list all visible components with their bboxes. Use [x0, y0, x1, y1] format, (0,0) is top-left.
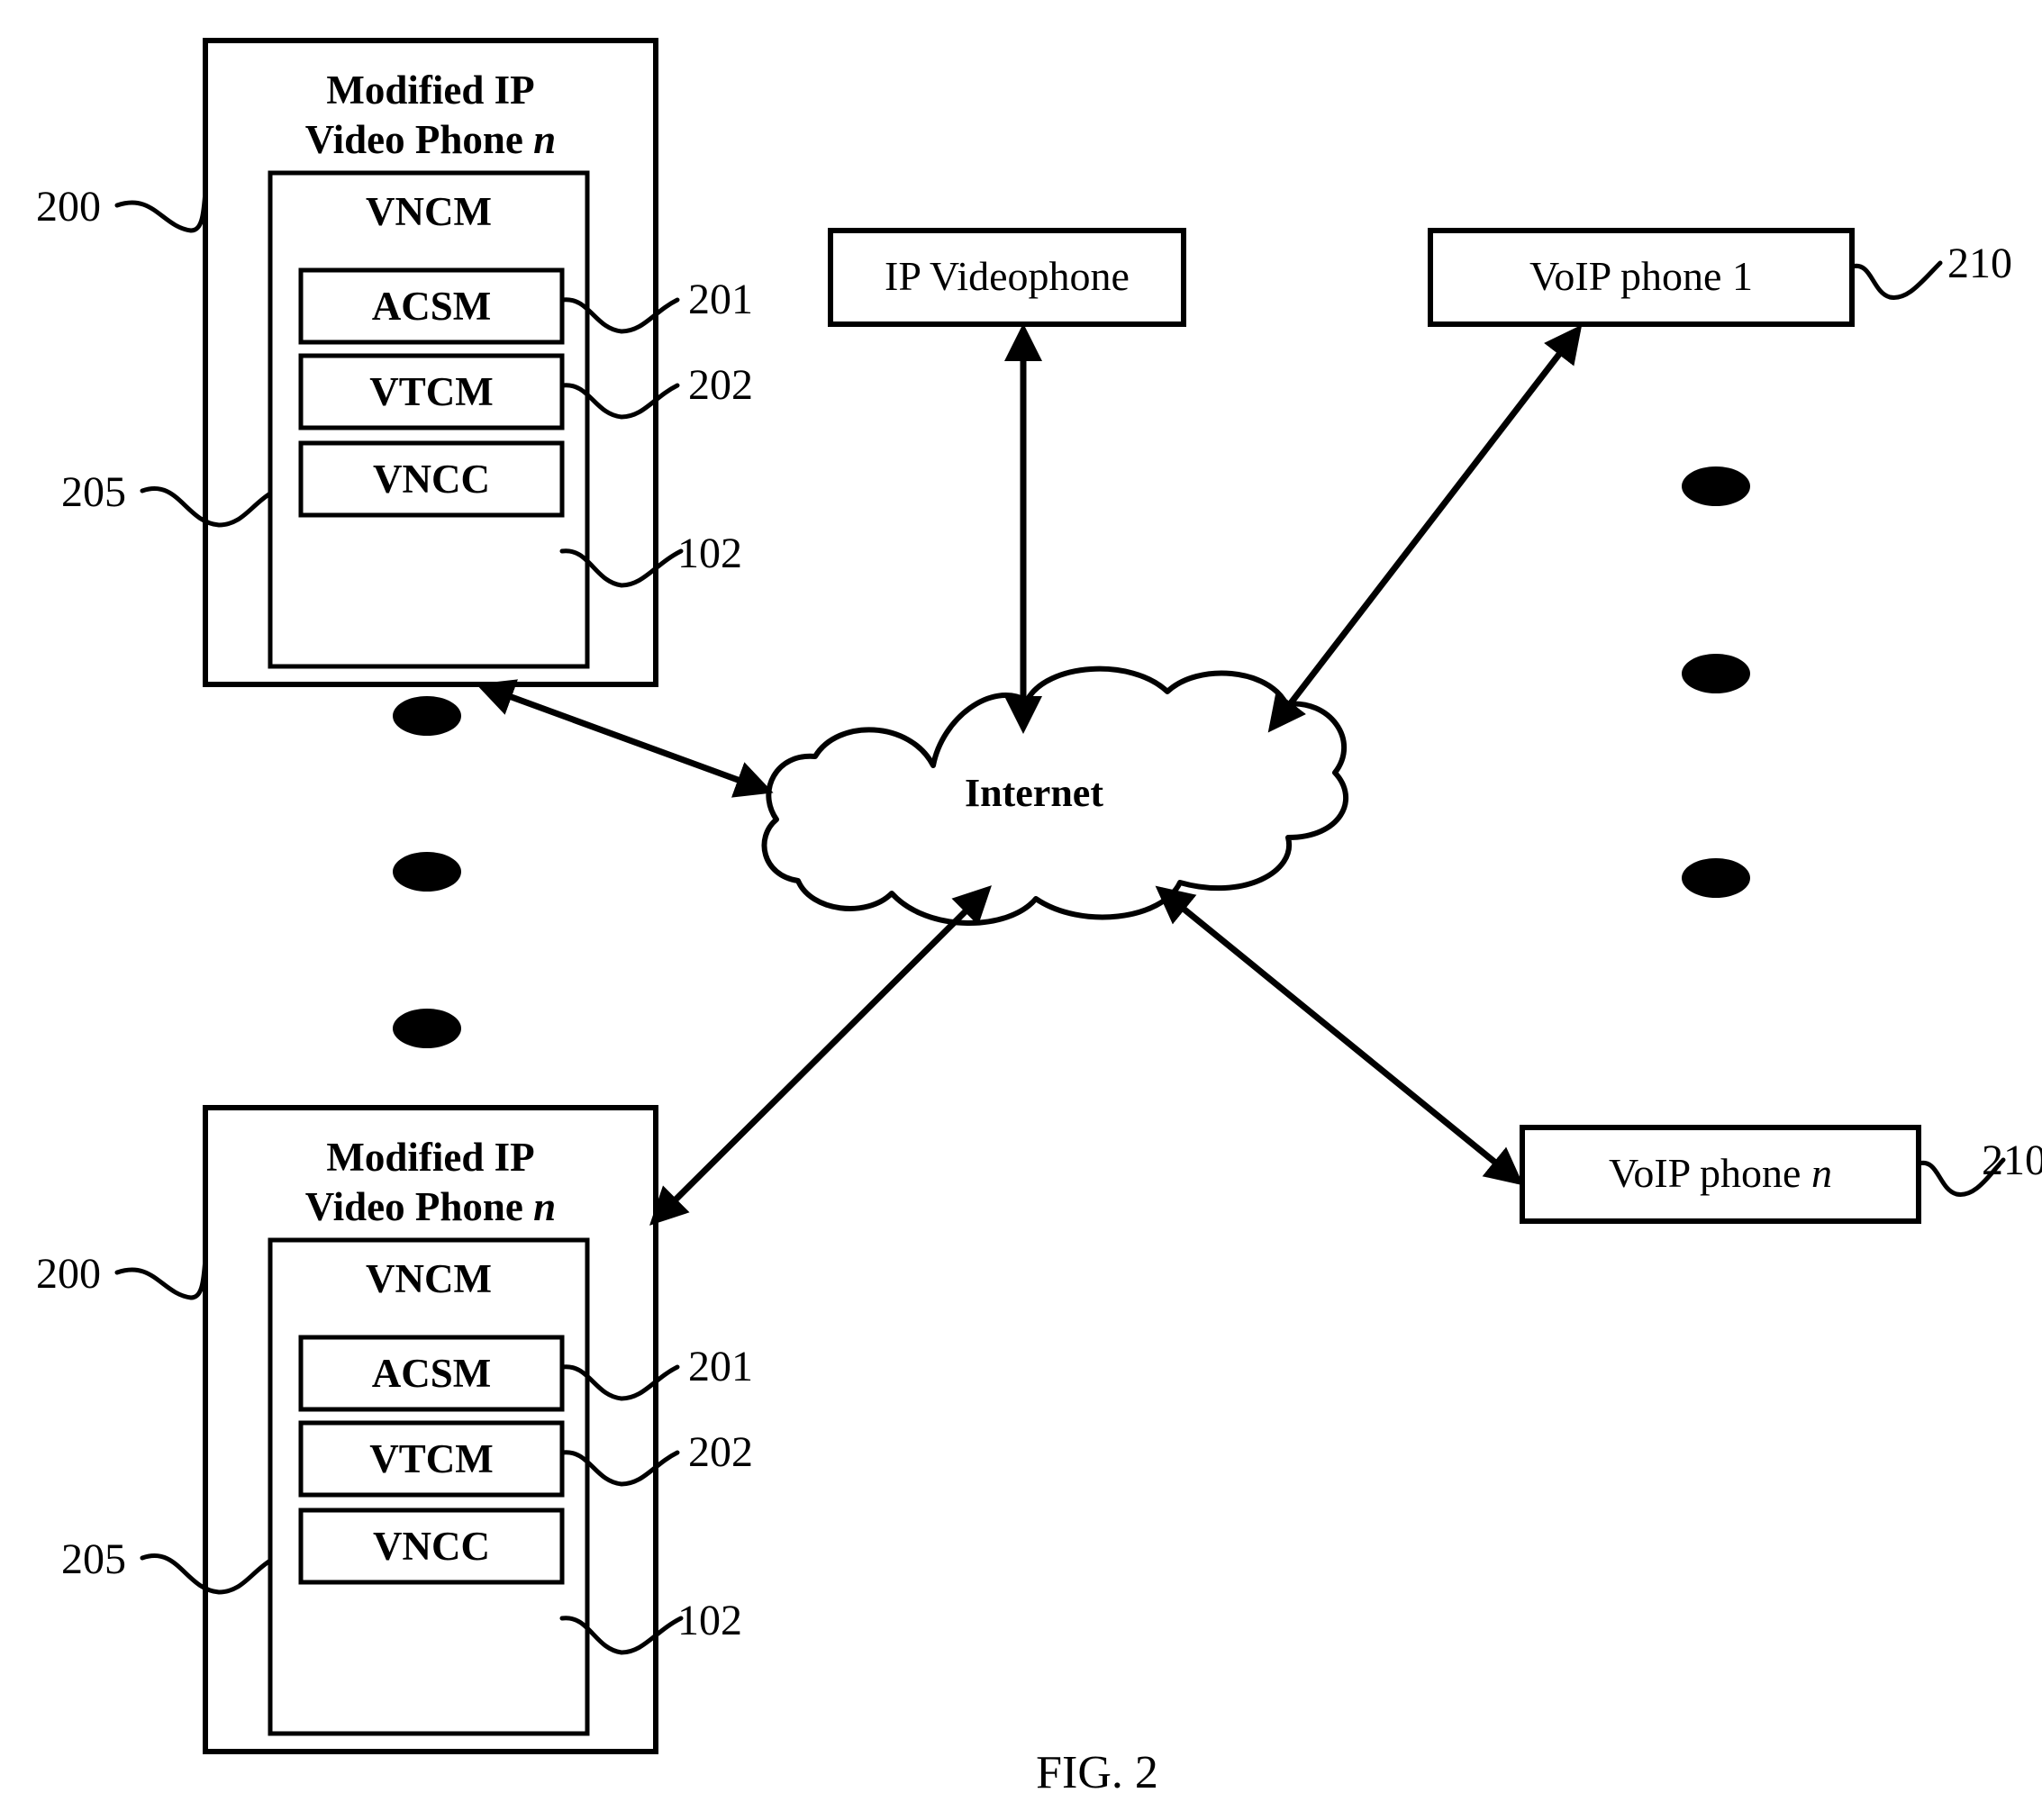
figure-caption: FIG. 2: [1036, 1747, 1158, 1798]
phone-top-title-italic-n: n: [533, 117, 556, 162]
phone-top-ref-205: 205: [61, 468, 126, 516]
voip-phone-1-ref-210: 210: [1947, 240, 2012, 287]
phone-bottom-module-vtcm-label: VTCM: [369, 1436, 493, 1481]
left-ellipsis-dots: [393, 696, 461, 1048]
phone-top-title-line1: Modified IP: [326, 68, 534, 113]
phone-bottom-ref-200-leader: [114, 1255, 208, 1300]
phone-top-module-acsm-label: ACSM: [372, 284, 492, 329]
ip-videophone-label: IP Videophone: [885, 253, 1130, 299]
connection-phone-top-to-internet: [476, 679, 774, 798]
phone-top-ref-200: 200: [36, 183, 101, 231]
phone-bottom-ref-205: 205: [61, 1535, 126, 1583]
phone-bottom-ref-200: 200: [36, 1250, 101, 1298]
phone-top-title-line2-text: Video Phone: [305, 117, 523, 162]
connection-internet-to-voip-phone-1: [1267, 324, 1583, 733]
voip-phone-n-node[interactable]: VoIP phone n 210: [1520, 1125, 2042, 1224]
voip-phone-1-label-prefix: VoIP phone: [1529, 253, 1721, 299]
phone-top-title-line2: Video Phone n: [305, 117, 556, 162]
phone-top-ref-201: 201: [688, 276, 753, 323]
phone-top-ref-200-leader: [114, 188, 208, 233]
right-ellipsis-dots: [1682, 466, 1750, 898]
right-ellipsis-dot-2: [1682, 654, 1750, 693]
phone-bottom-module-acsm-label: ACSM: [372, 1351, 492, 1396]
internet-cloud-label: Internet: [965, 771, 1103, 815]
connection-internet-to-phone-bottom: [649, 885, 992, 1226]
phone-bottom-module-vncc-label: VNCC: [373, 1524, 490, 1569]
voip-phone-1-label-suffix: 1: [1732, 253, 1753, 299]
phone-bottom-title-italic-n: n: [533, 1184, 556, 1229]
right-ellipsis-dot-1: [1682, 466, 1750, 506]
phone-top-module-vncc-label: VNCC: [373, 457, 490, 502]
phone-bottom-ref-102: 102: [677, 1597, 742, 1644]
voip-phone-n-ref-210: 210: [1982, 1136, 2042, 1184]
phone-bottom-title-line2: Video Phone n: [305, 1184, 556, 1229]
ip-videophone-node[interactable]: IP Videophone: [828, 228, 1186, 327]
internet-cloud-node[interactable]: Internet: [761, 666, 1349, 926]
figure-canvas: Modified IP Video Phone n VNCM ACSM VTCM…: [36, 38, 2042, 1798]
voip-phone-n-label: VoIP phone n: [1609, 1150, 1832, 1196]
connection-internet-to-voip-phone-n: [1155, 885, 1524, 1186]
left-ellipsis-dot-2: [393, 852, 461, 892]
voip-phone-n-label-prefix: VoIP phone: [1609, 1150, 1801, 1196]
phone-top-ref-202: 202: [688, 361, 753, 409]
phone-bottom-title-line2-text: Video Phone: [305, 1184, 523, 1229]
voip-phone-1-label: VoIP phone 1: [1529, 253, 1753, 299]
phone-bottom-title-line1: Modified IP: [326, 1135, 534, 1180]
patent-figure-2: Modified IP Video Phone n VNCM ACSM VTCM…: [0, 0, 2042, 1820]
voip-phone-1-node[interactable]: VoIP phone 1 210: [1428, 228, 2012, 327]
voip-phone-1-ref-leader: [1849, 260, 1943, 300]
modified-ip-video-phone-bottom[interactable]: Modified IP Video Phone n VNCM ACSM VTCM…: [36, 1105, 753, 1754]
phone-top-module-vtcm-label: VTCM: [369, 369, 493, 414]
voip-phone-n-label-italic-n: n: [1811, 1150, 1832, 1196]
phone-bottom-vncm-label: VNCM: [366, 1256, 492, 1301]
modified-ip-video-phone-top[interactable]: Modified IP Video Phone n VNCM ACSM VTCM…: [36, 38, 753, 687]
right-ellipsis-dot-3: [1682, 858, 1750, 898]
left-ellipsis-dot-1: [393, 696, 461, 736]
phone-top-ref-102: 102: [677, 530, 742, 577]
left-ellipsis-dot-3: [393, 1009, 461, 1048]
phone-bottom-ref-202: 202: [688, 1428, 753, 1476]
phone-top-vncm-label: VNCM: [366, 189, 492, 234]
phone-bottom-ref-201: 201: [688, 1343, 753, 1390]
